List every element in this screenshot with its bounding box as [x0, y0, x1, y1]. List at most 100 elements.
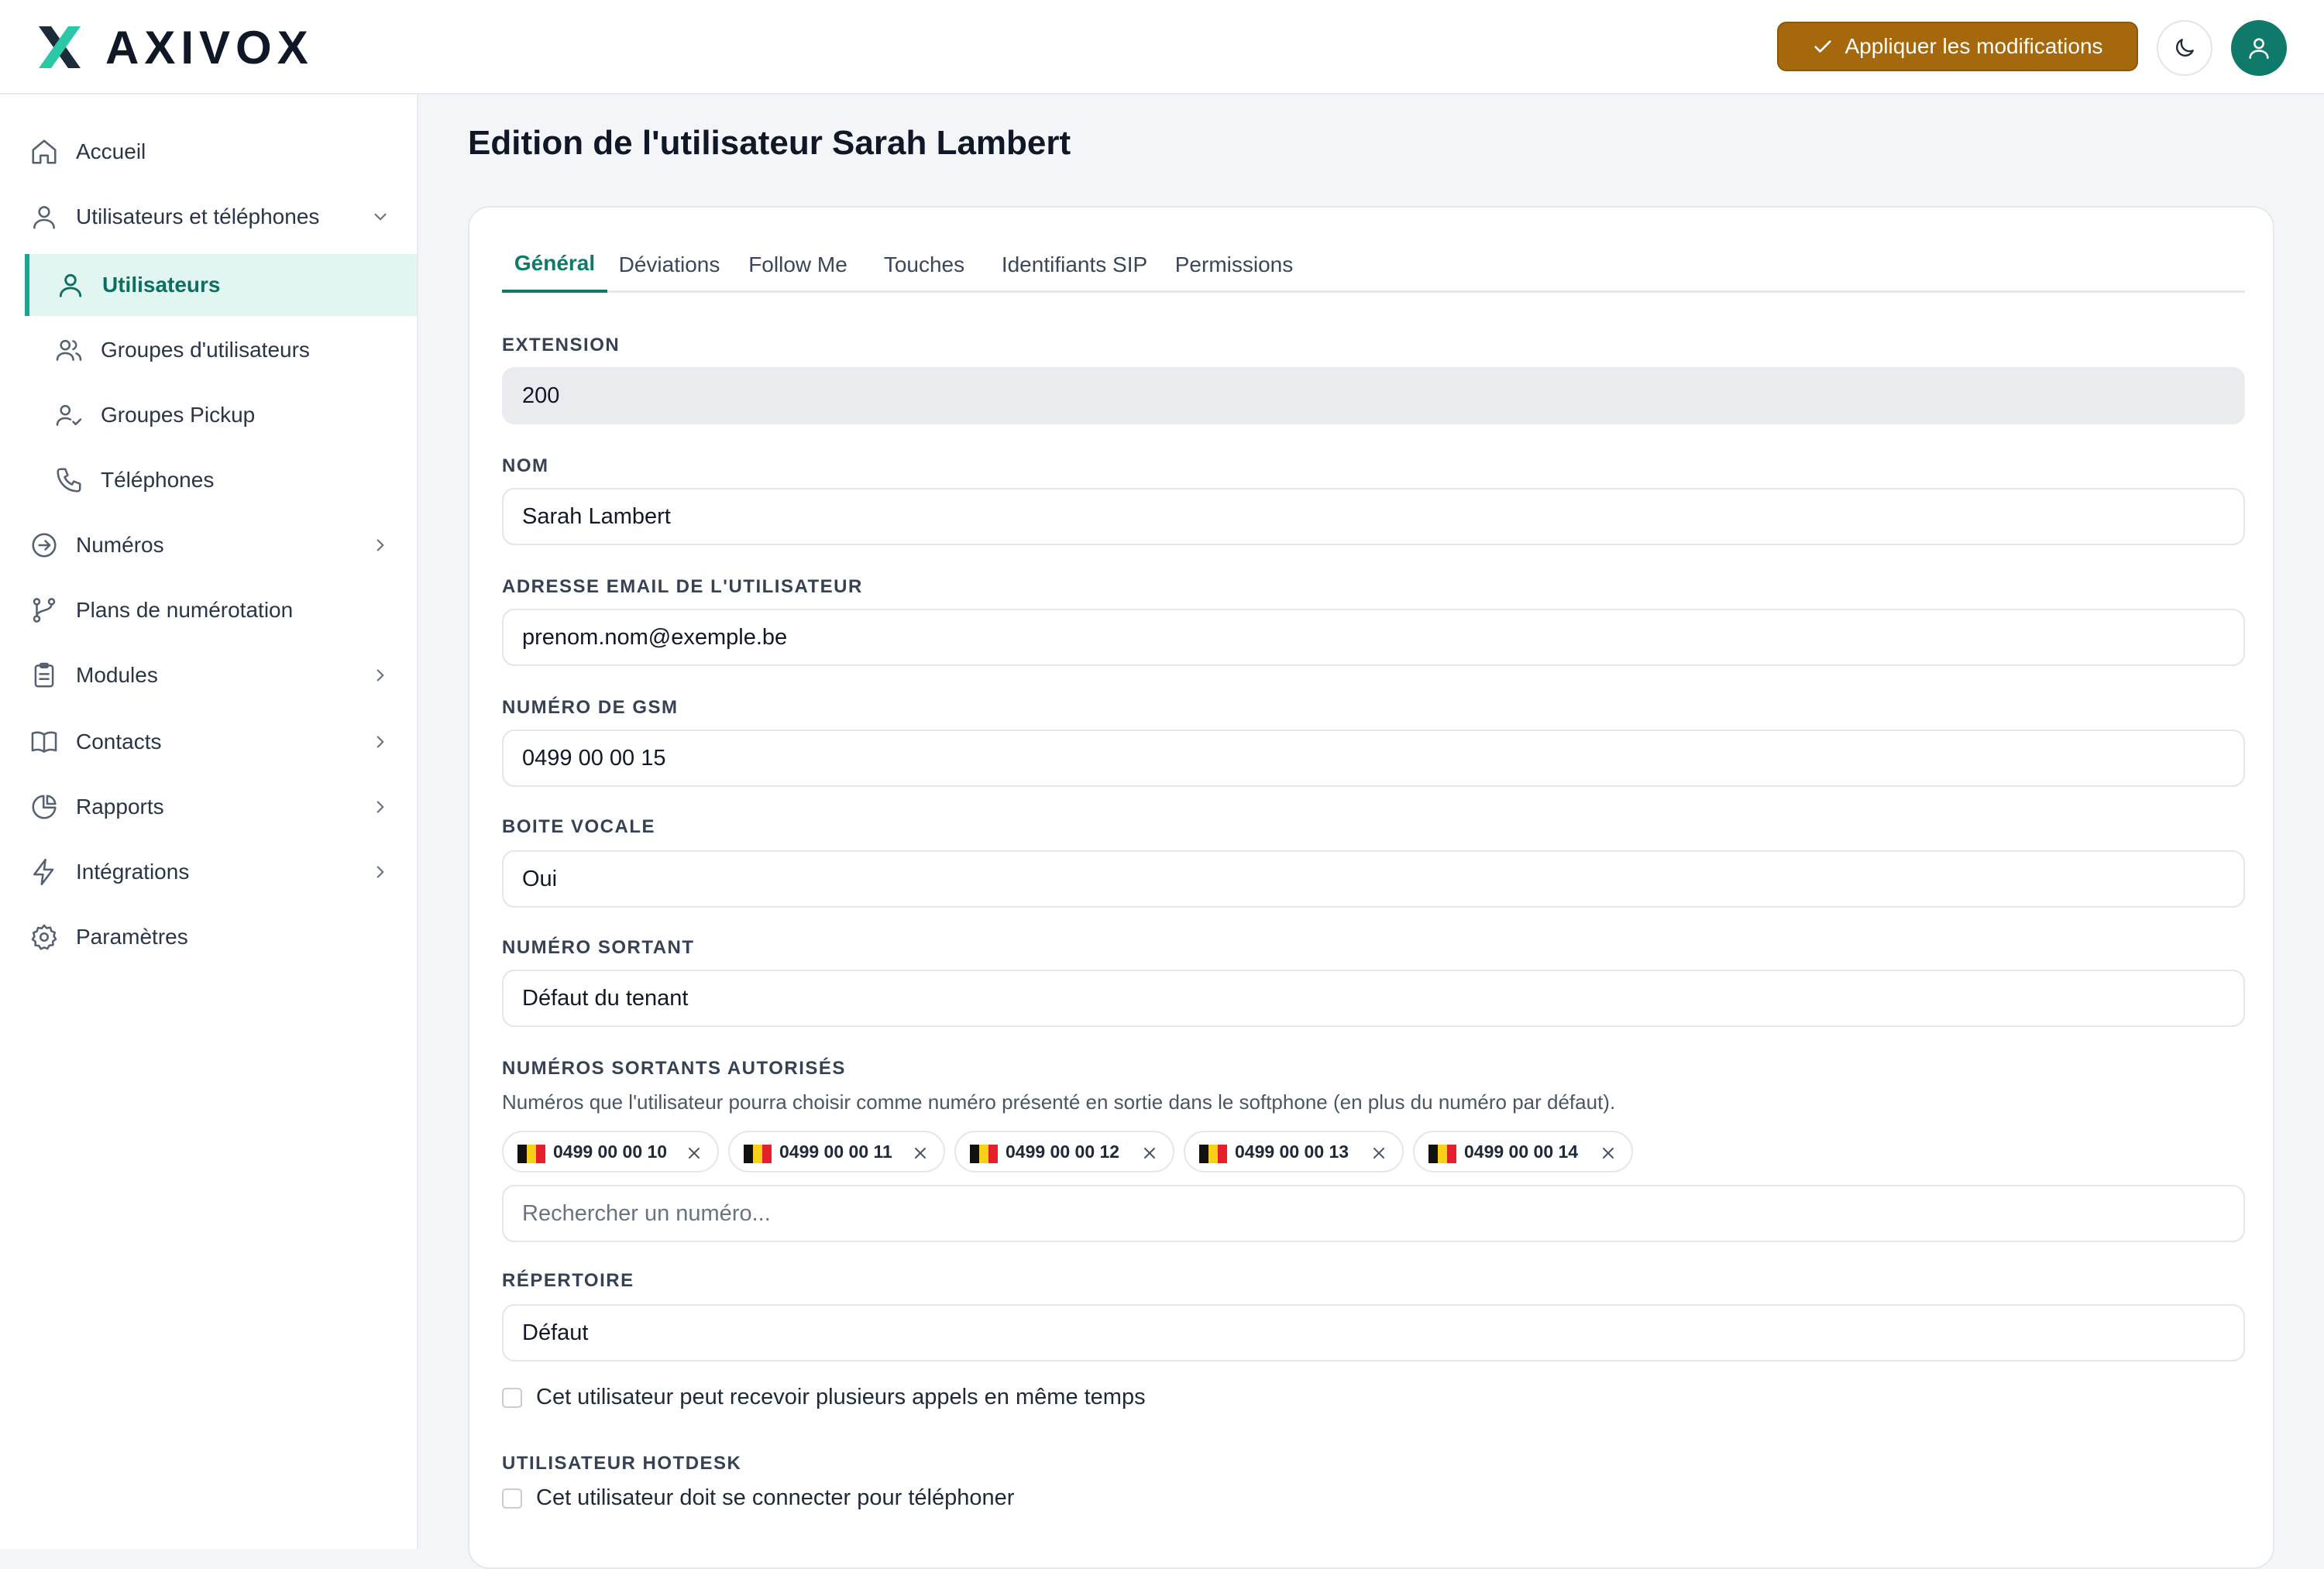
user-icon — [29, 202, 59, 232]
close-icon[interactable] — [685, 1144, 703, 1162]
sidebar-item-label: Numéros — [76, 533, 164, 557]
chevron-right-icon — [370, 665, 390, 685]
tab-follow-me[interactable]: Follow Me — [731, 237, 865, 293]
email-label: ADRESSE EMAIL DE L'UTILISATEUR — [502, 576, 863, 597]
gear-icon — [29, 922, 59, 952]
apply-changes-label: Appliquer les modifications — [1844, 34, 2103, 58]
number-search-input[interactable]: Rechercher un numéro... — [502, 1185, 2245, 1242]
nom-label: NOM — [502, 455, 549, 476]
tab-identifiants-sip[interactable]: Identifiants SIP — [984, 237, 1165, 293]
multi-calls-row: Cet utilisateur peut recevoir plusieurs … — [502, 1385, 1146, 1410]
user-check-icon — [54, 400, 84, 430]
number-chip: 0499 00 00 12 — [954, 1131, 1174, 1172]
sidebar-item-label: Modules — [76, 663, 158, 687]
apply-changes-button[interactable]: Appliquer les modifications — [1777, 22, 2138, 71]
chevron-right-icon — [370, 862, 390, 882]
sidebar-item-utilisateurs[interactable]: Utilisateurs — [25, 254, 417, 316]
number-chip: 0499 00 00 10 — [502, 1131, 719, 1172]
tab-permissions[interactable]: Permissions — [1165, 237, 1303, 293]
page-title: Edition de l'utilisateur Sarah Lambert — [468, 124, 1071, 162]
home-icon — [29, 137, 59, 167]
sidebar-item-contacts[interactable]: Contacts — [0, 711, 417, 773]
sidebar-item-label: Accueil — [76, 139, 146, 163]
clipboard-icon — [29, 661, 59, 690]
belgium-flag-icon — [1199, 1145, 1227, 1163]
directory-label: RÉPERTOIRE — [502, 1270, 634, 1291]
sidebar-item-accueil[interactable]: Accueil — [0, 121, 417, 183]
sidebar-item-telephones[interactable]: Téléphones — [0, 449, 417, 511]
sidebar-item-parametres[interactable]: Paramètres — [0, 906, 417, 968]
directory-select[interactable]: Défaut — [502, 1304, 2245, 1361]
sidebar-item-label: Groupes d'utilisateurs — [101, 338, 310, 362]
hotdesk-label: UTILISATEUR HOTDESK — [502, 1453, 742, 1474]
user-icon — [2249, 38, 2269, 60]
multi-calls-label: Cet utilisateur peut recevoir plusieurs … — [536, 1385, 1146, 1409]
sidebar-item-label: Utilisateurs et téléphones — [76, 204, 320, 228]
sidebar-item-numeros[interactable]: Numéros — [0, 514, 417, 576]
sidebar-item-groupes-pickup[interactable]: Groupes Pickup — [0, 384, 417, 446]
brand-logo[interactable]: AXIVOX — [34, 22, 314, 74]
arrow-circle-icon — [29, 530, 59, 560]
sidebar-item-label: Téléphones — [101, 468, 215, 492]
number-chip: 0499 00 00 13 — [1184, 1131, 1404, 1172]
tab-general[interactable]: Général — [502, 237, 607, 293]
close-icon[interactable] — [1599, 1144, 1618, 1162]
sidebar-item-integrations[interactable]: Intégrations — [0, 841, 417, 903]
voicemail-select[interactable]: Oui — [502, 850, 2245, 908]
gsm-field[interactable]: 0499 00 00 15 — [502, 730, 2245, 787]
top-header: AXIVOX Appliquer les modifications — [0, 0, 2324, 94]
allowed-numbers-helper: Numéros que l'utilisateur pourra choisir… — [502, 1090, 1616, 1114]
hotdesk-checkbox[interactable] — [502, 1488, 522, 1509]
extension-field: 200 — [502, 367, 2245, 424]
hotdesk-row: Cet utilisateur doit se connecter pour t… — [502, 1485, 1014, 1511]
sidebar-item-plans-numerotation[interactable]: Plans de numérotation — [0, 579, 417, 641]
tab-touches[interactable]: Touches — [865, 237, 984, 293]
extension-label: EXTENSION — [502, 335, 621, 355]
chevron-right-icon — [370, 535, 390, 555]
belgium-flag-icon — [744, 1145, 772, 1163]
email-field[interactable]: prenom.nom@exemple.be — [502, 609, 2245, 666]
axivox-logo-icon — [39, 26, 81, 68]
chevron-right-icon — [370, 797, 390, 817]
user-avatar-button[interactable] — [2231, 20, 2287, 76]
check-icon — [1814, 40, 1832, 53]
gsm-label: NUMÉRO DE GSM — [502, 697, 679, 718]
phone-icon — [54, 465, 84, 495]
sidebar-item-label: Utilisateurs — [102, 273, 221, 297]
number-chip: 0499 00 00 11 — [728, 1131, 945, 1172]
belgium-flag-icon — [1428, 1145, 1456, 1163]
users-icon — [54, 335, 84, 365]
book-icon — [29, 727, 59, 757]
pie-chart-icon — [29, 792, 59, 822]
belgium-flag-icon — [517, 1145, 545, 1163]
sidebar-item-label: Paramètres — [76, 925, 188, 949]
tab-bar: Général Déviations Follow Me Touches Ide… — [502, 237, 2245, 293]
sidebar-item-rapports[interactable]: Rapports — [0, 776, 417, 838]
zap-icon — [29, 857, 59, 887]
git-branch-icon — [29, 596, 59, 625]
sidebar-item-groupes-utilisateurs[interactable]: Groupes d'utilisateurs — [0, 319, 417, 381]
sidebar-item-label: Intégrations — [76, 860, 190, 884]
sidebar-item-label: Contacts — [76, 730, 162, 754]
multi-calls-checkbox[interactable] — [502, 1387, 522, 1408]
sidebar-item-label: Rapports — [76, 795, 164, 819]
chevron-right-icon — [370, 732, 390, 752]
tab-deviations[interactable]: Déviations — [607, 237, 731, 293]
outgoing-number-label: NUMÉRO SORTANT — [502, 937, 695, 958]
hotdesk-checkbox-label: Cet utilisateur doit se connecter pour t… — [536, 1485, 1015, 1510]
number-chip: 0499 00 00 14 — [1413, 1131, 1633, 1172]
nom-field[interactable]: Sarah Lambert — [502, 488, 2245, 545]
close-icon[interactable] — [911, 1144, 930, 1162]
theme-toggle-button[interactable] — [2157, 20, 2212, 76]
allowed-numbers-label: NUMÉROS SORTANTS AUTORISÉS — [502, 1058, 846, 1079]
sidebar-item-label: Groupes Pickup — [101, 403, 256, 427]
close-icon[interactable] — [1140, 1144, 1159, 1162]
moon-icon — [2176, 39, 2194, 57]
close-icon[interactable] — [1370, 1144, 1388, 1162]
sidebar: Accueil Utilisateurs et téléphones Utili… — [0, 94, 418, 1549]
belgium-flag-icon — [970, 1145, 998, 1163]
user-edit-card: Général Déviations Follow Me Touches Ide… — [468, 206, 2274, 1569]
sidebar-item-modules[interactable]: Modules — [0, 644, 417, 706]
outgoing-number-select[interactable]: Défaut du tenant — [502, 970, 2245, 1027]
sidebar-item-utilisateurs-et-telephones[interactable]: Utilisateurs et téléphones — [0, 186, 417, 248]
